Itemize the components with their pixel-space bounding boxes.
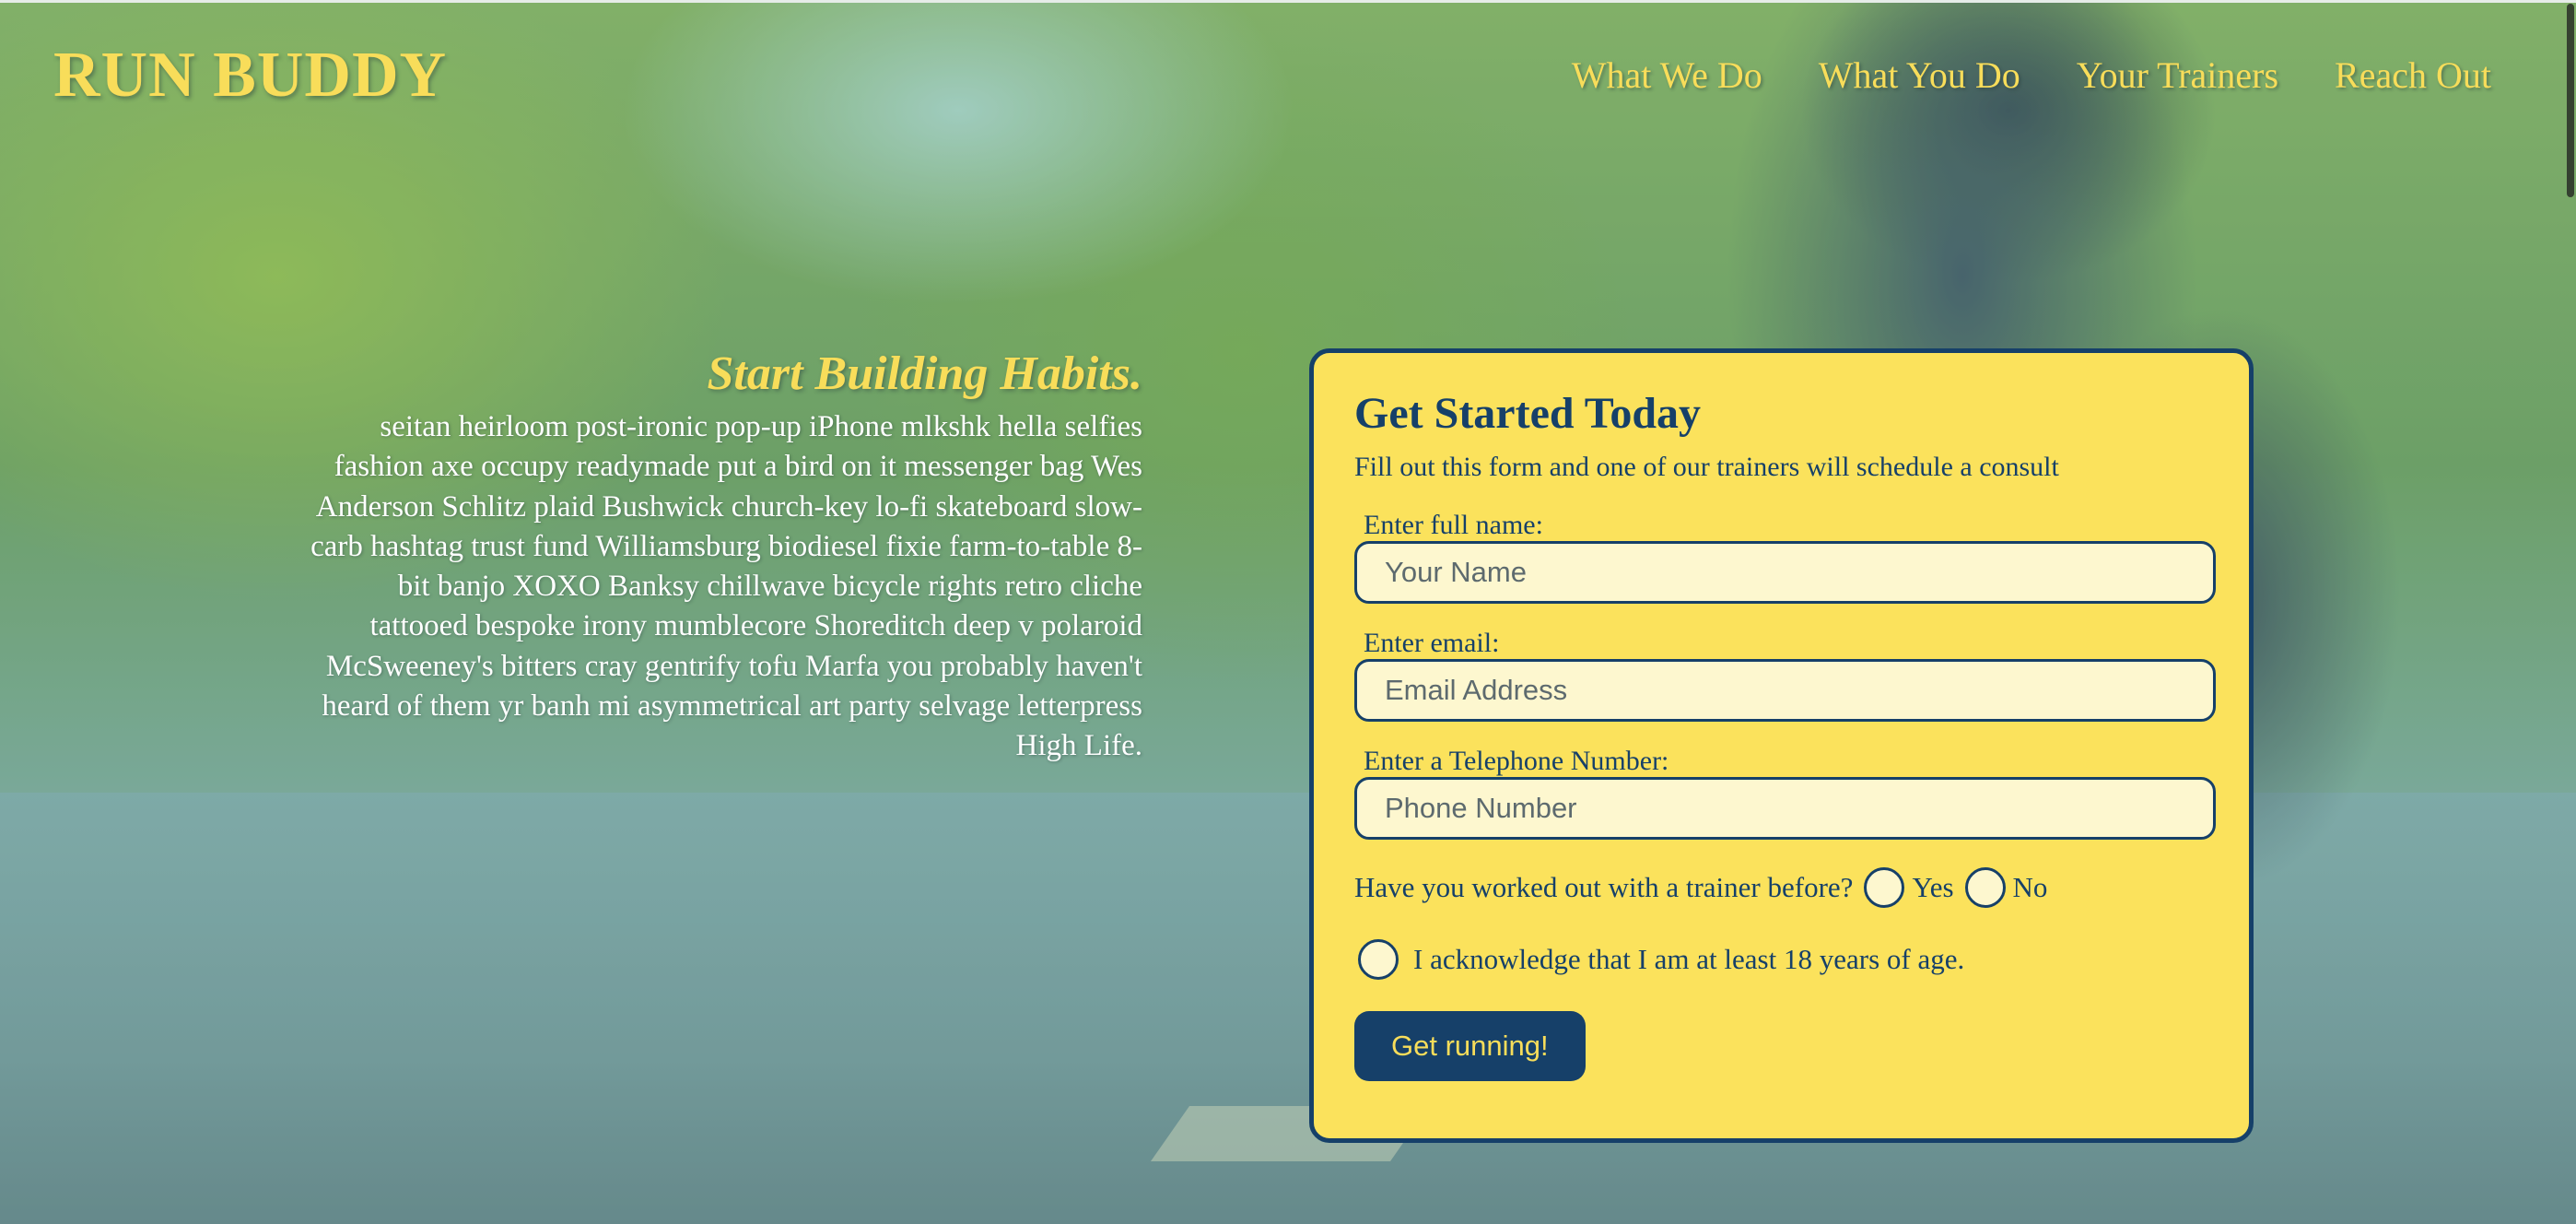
age-ack-checkbox[interactable] <box>1358 939 1399 980</box>
email-field-group: Enter email: <box>1354 628 2216 722</box>
intro-heading: Start Building Habits. <box>707 347 1143 400</box>
main-nav: What We Do What You Do Your Trainers Rea… <box>1572 48 2491 103</box>
name-field-group: Enter full name: <box>1354 510 2216 604</box>
nav-link-what-we-do[interactable]: What We Do <box>1572 48 1762 103</box>
form-title: Get Started Today <box>1354 389 1702 438</box>
name-input[interactable] <box>1354 541 2216 604</box>
email-label: Enter email: <box>1364 628 1500 658</box>
phone-label: Enter a Telephone Number: <box>1364 746 1669 776</box>
trainer-question-label: Have you worked out with a trainer befor… <box>1354 871 1854 903</box>
phone-input[interactable] <box>1354 777 2216 840</box>
trainer-question-row: Have you worked out with a trainer befor… <box>1354 867 2208 908</box>
radio-no-label: No <box>2012 871 2048 903</box>
name-label: Enter full name: <box>1364 510 1543 540</box>
age-ack-label: I acknowledge that I am at least 18 year… <box>1413 943 1965 975</box>
site-logo[interactable]: RUN BUDDY <box>53 37 447 114</box>
intro-section: Start Building Habits. seitan heirloom p… <box>295 341 1142 767</box>
site-header: RUN BUDDY What We Do What You Do Your Tr… <box>0 0 2576 147</box>
radio-yes[interactable] <box>1864 867 1905 908</box>
nav-link-reach-out[interactable]: Reach Out <box>2335 48 2491 103</box>
nav-link-your-trainers[interactable]: Your Trainers <box>2077 48 2278 103</box>
hero-section: RUN BUDDY What We Do What You Do Your Tr… <box>0 0 2576 1224</box>
age-ack-row: I acknowledge that I am at least 18 year… <box>1354 939 2208 980</box>
email-input[interactable] <box>1354 659 2216 722</box>
radio-yes-label: Yes <box>1912 871 1954 903</box>
form-subtitle: Fill out this form and one of our traine… <box>1354 452 2059 482</box>
nav-link-what-you-do[interactable]: What You Do <box>1819 48 2020 103</box>
intro-body: seitan heirloom post-ironic pop-up iPhon… <box>310 410 1142 763</box>
get-running-button[interactable]: Get running! <box>1354 1011 1586 1081</box>
signup-form: Get Started Today Fill out this form and… <box>1309 348 2254 1143</box>
radio-no[interactable] <box>1964 867 2006 908</box>
phone-field-group: Enter a Telephone Number: <box>1354 746 2216 840</box>
